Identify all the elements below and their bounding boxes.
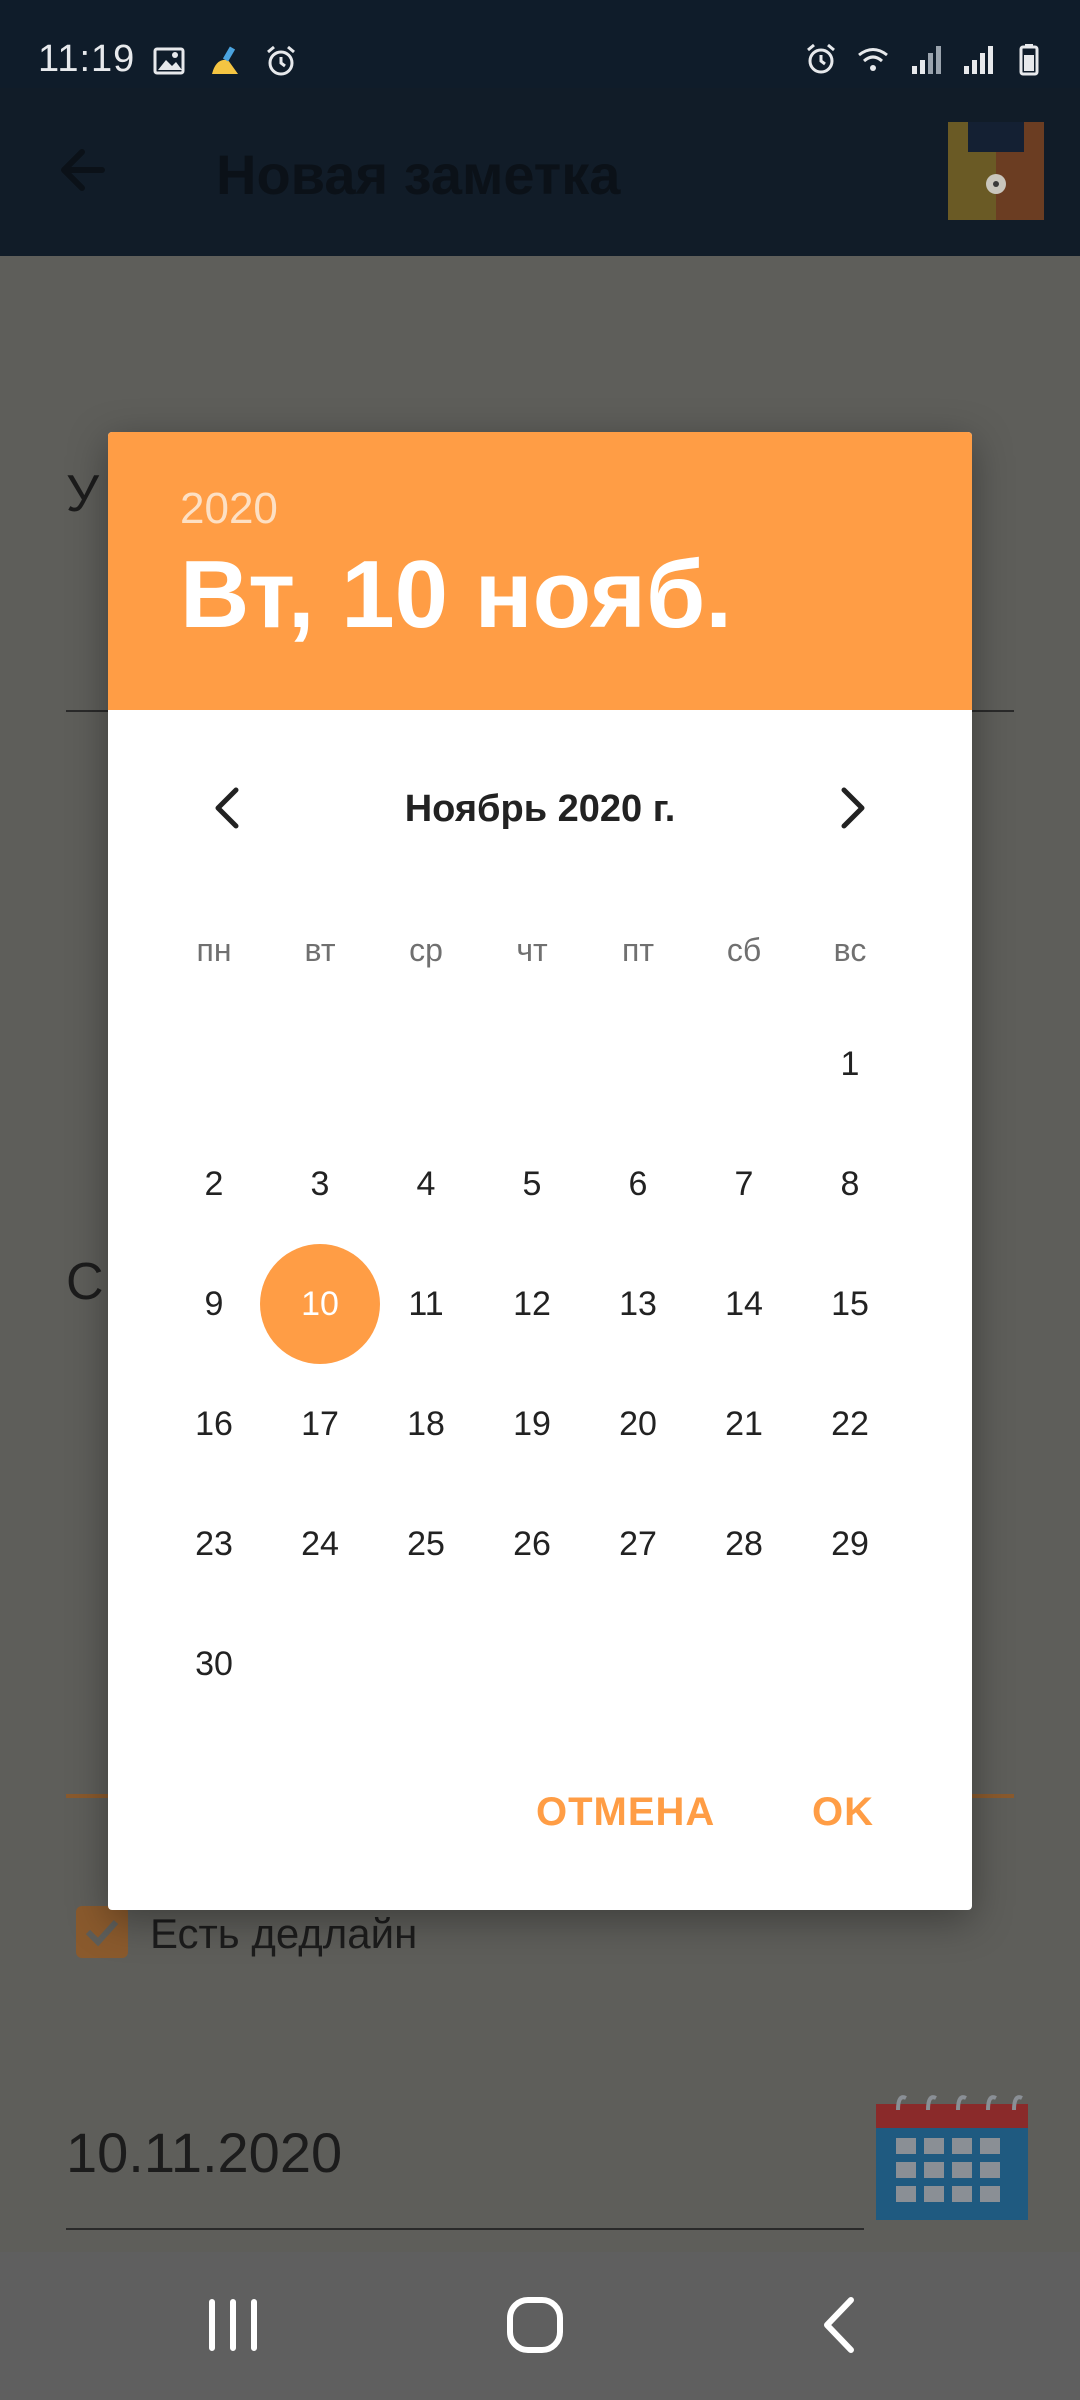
deadline-checkbox[interactable] <box>76 1906 128 1958</box>
weekday-label: ср <box>409 931 443 968</box>
calendar-grid: пн вт ср чт пт сб вс 1 2 3 4 5 6 7 8 9 10 11 12 13 14 15 16 17 1… <box>108 432 972 1910</box>
calendar-day[interactable]: 3 <box>267 1131 373 1237</box>
calendar-day[interactable]: 28 <box>691 1491 797 1597</box>
calendar-day[interactable]: 26 <box>479 1491 585 1597</box>
date-picker-dialog: 2020 Вт, 10 нояб. Ноябрь 2020 г. пн вт ср ч… <box>108 432 972 1910</box>
calendar-day[interactable]: 19 <box>479 1371 585 1477</box>
calendar-day[interactable]: 12 <box>479 1251 585 1357</box>
page-title: Новая заметка <box>216 143 621 206</box>
calendar-day[interactable]: 29 <box>797 1491 903 1597</box>
floppy-save-icon[interactable] <box>948 122 1044 220</box>
status-time: 11:19 <box>38 38 136 80</box>
calendar-day[interactable]: 30 <box>161 1611 267 1717</box>
battery-icon <box>1019 44 1039 76</box>
status-notification-icons <box>152 44 298 78</box>
calendar-day[interactable]: 20 <box>585 1371 691 1477</box>
home-icon[interactable] <box>500 2290 570 2360</box>
calendar-day[interactable]: 24 <box>267 1491 373 1597</box>
calendar-day[interactable]: 9 <box>161 1251 267 1357</box>
weekday-label: вс <box>833 931 867 968</box>
calendar-day[interactable]: 27 <box>585 1491 691 1597</box>
calendar-day[interactable]: 5 <box>479 1131 585 1237</box>
calendar-day[interactable]: 6 <box>585 1131 691 1237</box>
calendar-day[interactable]: 11 <box>373 1251 479 1357</box>
checkmark-icon <box>85 1919 119 1947</box>
recents-icon[interactable] <box>198 2290 268 2360</box>
calendar-day[interactable]: 18 <box>373 1371 479 1477</box>
calendar-day[interactable]: 7 <box>691 1131 797 1237</box>
weekday-label: пн <box>196 931 232 968</box>
deadline-checkbox-label: Есть дедлайн <box>150 1910 418 1957</box>
ok-button[interactable]: OK <box>812 1790 874 1835</box>
cancel-button[interactable]: ОТМЕНА <box>536 1790 715 1835</box>
calendar-day[interactable]: 8 <box>797 1131 903 1237</box>
deadline-date-field[interactable]: 10.11.2020 <box>66 2120 342 2185</box>
deadline-date-underline <box>66 2228 864 2230</box>
calendar-day[interactable]: 14 <box>691 1251 797 1357</box>
calendar-day[interactable]: 21 <box>691 1371 797 1477</box>
signal-icon <box>964 46 993 74</box>
status-system-icons <box>804 42 1046 76</box>
calendar-day[interactable]: 23 <box>161 1491 267 1597</box>
back-icon[interactable] <box>805 2290 875 2360</box>
weekday-label: сб <box>726 931 762 968</box>
calendar-day-selected[interactable]: 10 <box>267 1251 373 1357</box>
arrow-left-icon[interactable] <box>52 138 116 202</box>
signal-icon <box>912 46 941 74</box>
content-field-partial[interactable]: С <box>66 1252 104 1312</box>
calendar-day[interactable]: 2 <box>161 1131 267 1237</box>
image-icon <box>153 47 185 75</box>
calendar-day[interactable]: 16 <box>161 1371 267 1477</box>
weekday-label: пт <box>622 931 654 968</box>
cleaner-icon <box>212 46 238 74</box>
calendar-day[interactable]: 13 <box>585 1251 691 1357</box>
calendar-icon[interactable] <box>876 2090 1028 2220</box>
calendar-day[interactable]: 1 <box>797 1011 903 1117</box>
weekday-label: чт <box>516 931 548 968</box>
calendar-day[interactable]: 15 <box>797 1251 903 1357</box>
alarm-icon <box>267 45 295 76</box>
title-field-partial[interactable]: У <box>66 464 99 524</box>
calendar-day[interactable]: 22 <box>797 1371 903 1477</box>
calendar-day[interactable]: 4 <box>373 1131 479 1237</box>
calendar-day[interactable]: 17 <box>267 1371 373 1477</box>
status-bar: 11:19 <box>0 0 1080 88</box>
alarm-icon <box>807 43 835 74</box>
weekday-label: вт <box>304 931 336 968</box>
wifi-icon <box>858 48 888 71</box>
calendar-day[interactable]: 25 <box>373 1491 479 1597</box>
